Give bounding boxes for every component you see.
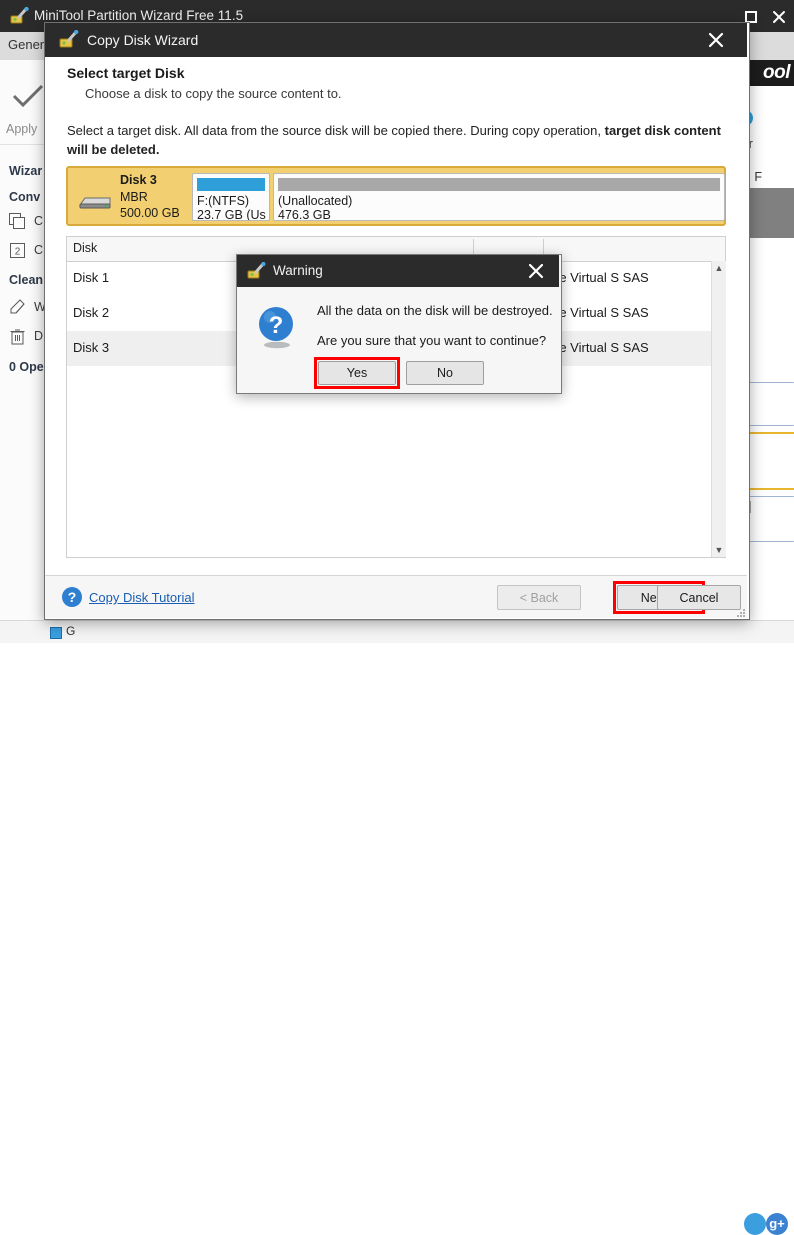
- page-subtitle: Choose a disk to copy the source content…: [85, 86, 342, 101]
- minitool-wand-icon: [247, 261, 266, 280]
- partition-usage-bar: [197, 178, 265, 191]
- twitter-icon[interactable]: [744, 1213, 766, 1235]
- status-color-swatch: [50, 627, 62, 639]
- partition-label: (Unallocated): [278, 194, 353, 208]
- partition-label: F:(NTFS): [197, 194, 250, 208]
- warning-title-bar: Warning: [237, 255, 559, 287]
- question-mark-icon: ?: [253, 303, 301, 351]
- partition-usage-bar: [278, 178, 720, 191]
- sidebar-heading-clean: Clean: [9, 273, 44, 287]
- wizard-header: Select target Disk Choose a disk to copy…: [45, 57, 747, 112]
- sidebar-item-label: C: [34, 214, 44, 228]
- minitool-wand-icon: [59, 29, 79, 49]
- status-text: G: [66, 624, 76, 638]
- partition-size: 23.7 GB (Us: [197, 208, 266, 221]
- cancel-button[interactable]: Cancel: [657, 585, 741, 610]
- cell-disk: Disk 3: [73, 340, 110, 355]
- selected-disk-strip[interactable]: Disk 3 MBR 500.00 GB F:(NTFS) 23.7 GB (U…: [66, 166, 726, 226]
- checkmark-icon: [12, 84, 44, 113]
- googleplus-icon[interactable]: g+: [766, 1213, 788, 1235]
- table-scrollbar[interactable]: ▲ ▼: [711, 261, 726, 557]
- wipe-eraser-icon: [8, 298, 27, 317]
- cell-model: re Virtual S SAS: [555, 270, 649, 285]
- question-help-icon[interactable]: ?: [61, 586, 83, 608]
- cell-model: re Virtual S SAS: [555, 340, 649, 355]
- wizard-footer: ? Copy Disk Tutorial < Back Next > Cance…: [45, 575, 747, 618]
- copy-disk-tutorial-link[interactable]: Copy Disk Tutorial: [89, 590, 194, 605]
- intro-text-prefix: Select a target disk. All data from the …: [67, 123, 605, 138]
- svg-text:2: 2: [15, 247, 21, 258]
- close-icon[interactable]: [525, 261, 547, 281]
- minitool-wand-icon: [10, 6, 29, 25]
- warning-dialog: Warning ? All the data on the disk will …: [236, 254, 562, 394]
- copy-disk-icon: [8, 212, 27, 231]
- sidebar-heading-operations: 0 Ope: [9, 360, 44, 374]
- warning-message-line-1: All the data on the disk will be destroy…: [317, 303, 553, 318]
- partition-size: 476.3 GB: [278, 208, 331, 221]
- close-icon[interactable]: [770, 8, 788, 26]
- wizard-title-bar: Copy Disk Wizard: [45, 23, 747, 57]
- selected-disk-type: MBR: [120, 190, 148, 204]
- partition-block[interactable]: (Unallocated) 476.3 GB: [273, 173, 725, 221]
- column-f-label: F: [754, 170, 762, 184]
- sidebar-item-label: C: [34, 243, 44, 257]
- cell-disk: Disk 2: [73, 305, 110, 320]
- partition-block[interactable]: F:(NTFS) 23.7 GB (Us: [192, 173, 270, 221]
- cell-model: re Virtual S SAS: [555, 305, 649, 320]
- selected-disk-name: Disk 3: [120, 173, 157, 187]
- svg-text:?: ?: [68, 589, 77, 605]
- back-button[interactable]: < Back: [497, 585, 581, 610]
- page-title: Select target Disk: [67, 65, 185, 81]
- column-header-disk[interactable]: Disk: [73, 241, 97, 255]
- sidebar-item-label: D: [34, 329, 44, 343]
- hard-disk-icon: [78, 194, 112, 210]
- wizard-title: Copy Disk Wizard: [87, 32, 199, 48]
- convert-mbr-gpt-icon: 2: [8, 241, 27, 260]
- sidebar-heading-convert: Conv: [9, 190, 41, 204]
- warning-title: Warning: [273, 263, 323, 278]
- delete-trash-icon: [8, 327, 27, 346]
- close-icon[interactable]: [705, 30, 727, 50]
- resize-grip[interactable]: [736, 606, 746, 617]
- app-status-bar: G g+: [0, 620, 794, 1235]
- warning-message-line-2: Are you sure that you want to continue?: [317, 333, 547, 348]
- svg-text:?: ?: [269, 312, 284, 339]
- app-title: MiniTool Partition Wizard Free 11.5: [34, 8, 244, 23]
- yes-button[interactable]: Yes: [318, 361, 396, 385]
- sidebar-heading-wizard: Wizar: [9, 164, 43, 178]
- intro-text: Select a target disk. All data from the …: [67, 121, 727, 159]
- cell-disk: Disk 1: [73, 270, 110, 285]
- selected-disk-size: 500.00 GB: [120, 206, 180, 220]
- no-button[interactable]: No: [406, 361, 484, 385]
- apply-label: Apply: [6, 122, 38, 136]
